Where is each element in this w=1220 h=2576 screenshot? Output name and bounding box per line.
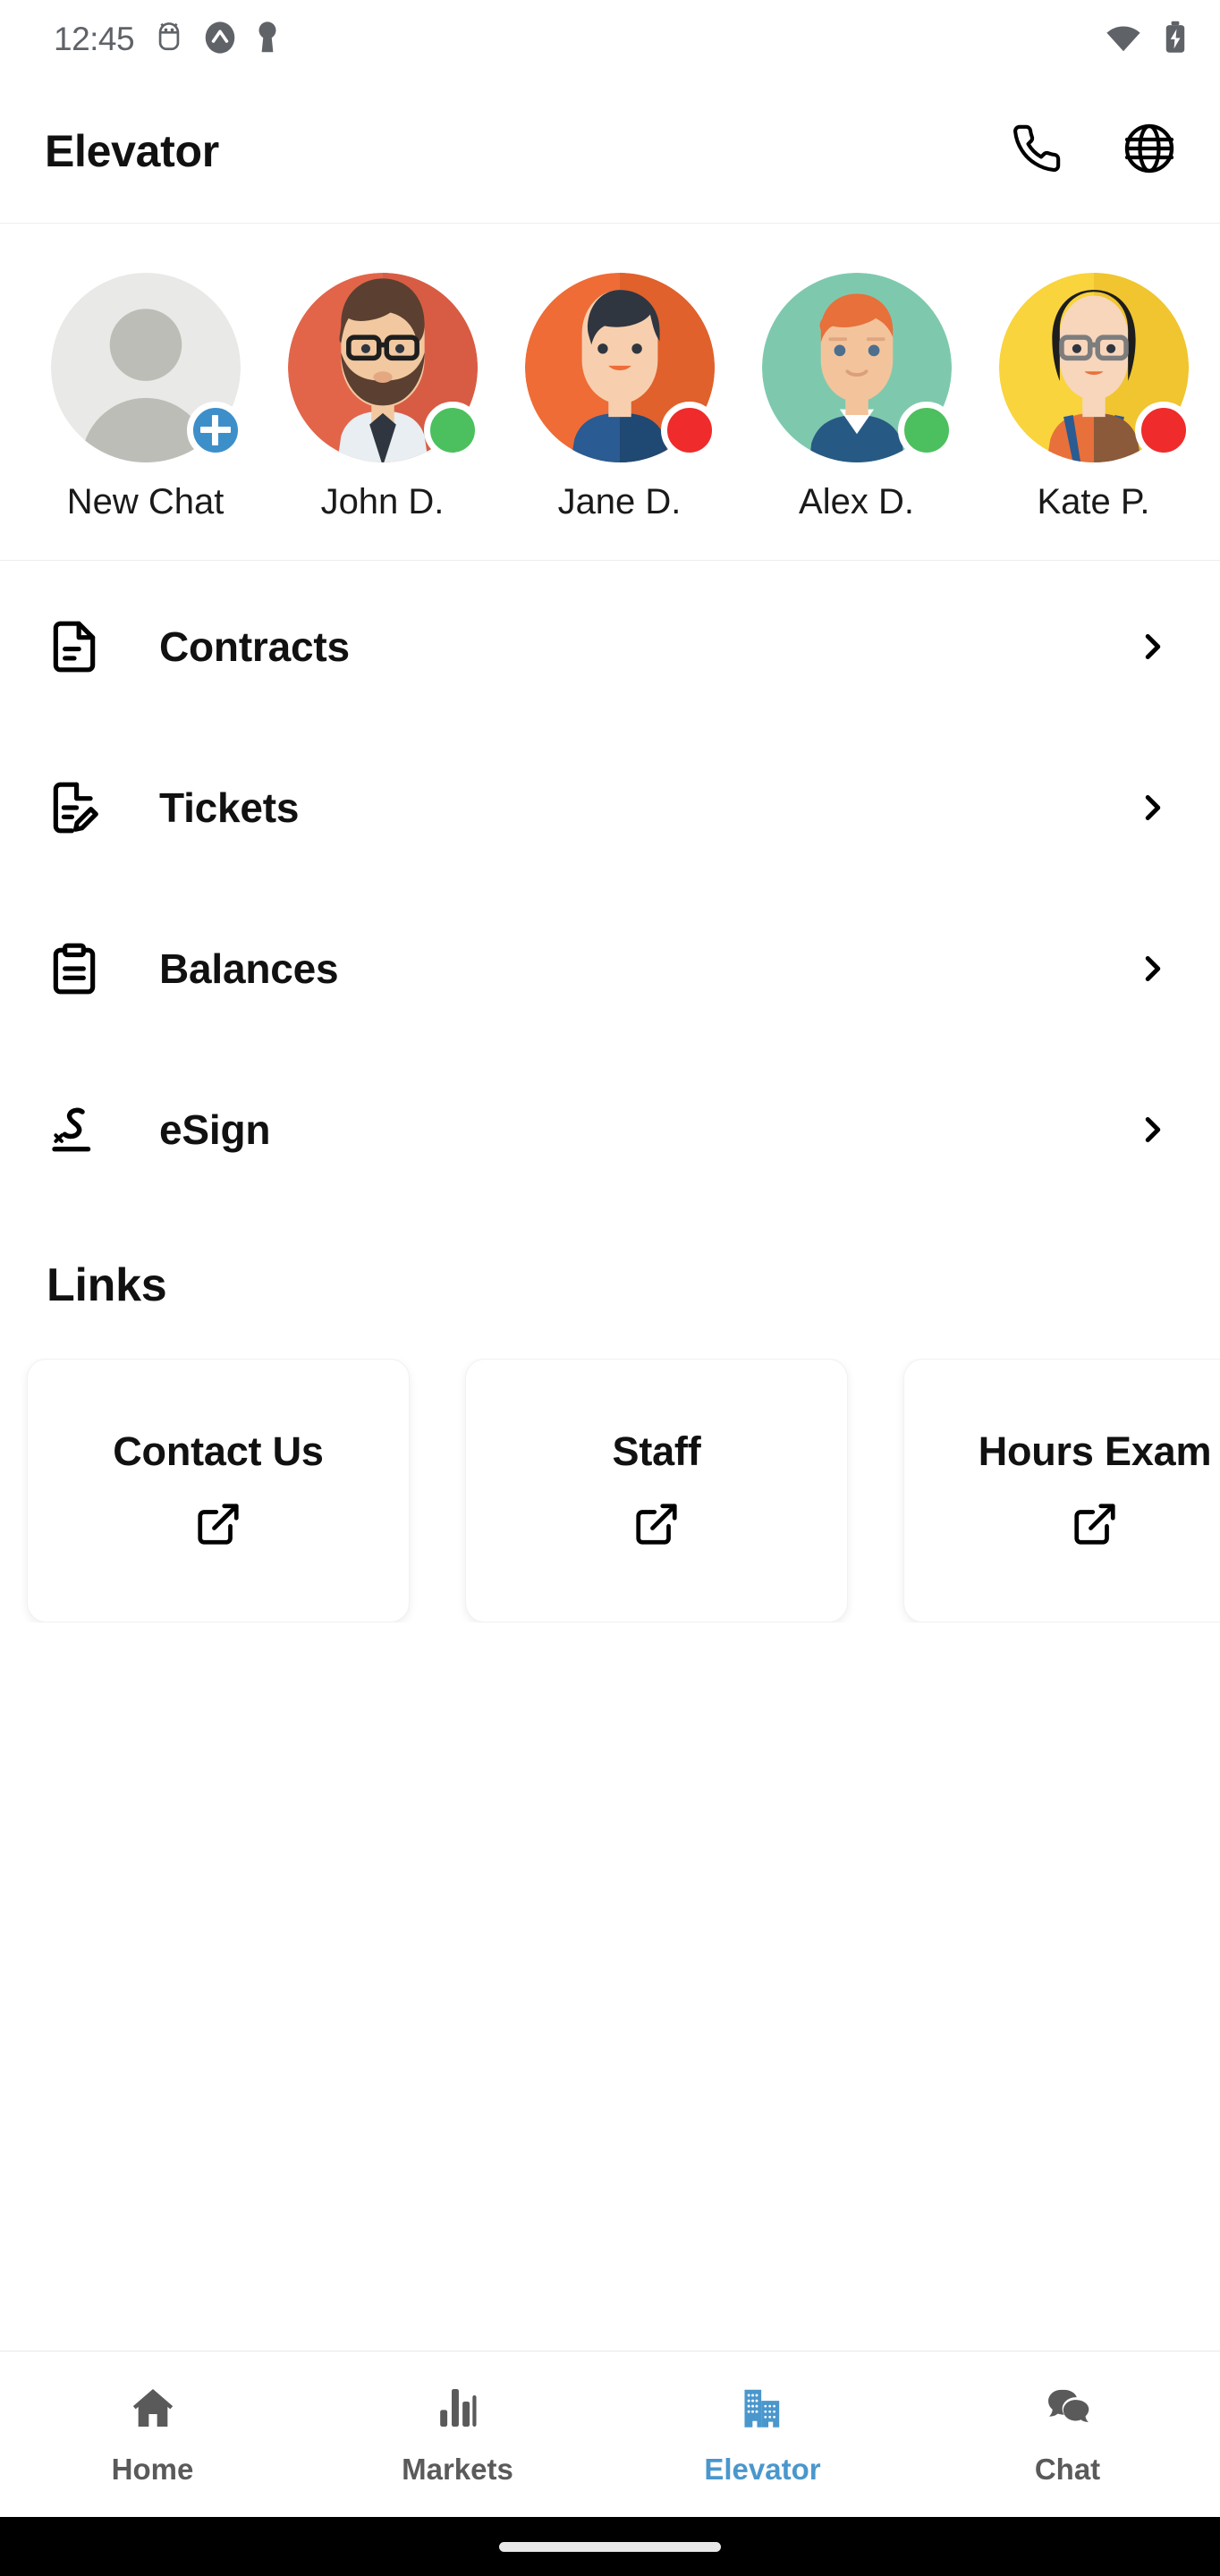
key-icon bbox=[256, 21, 279, 59]
avatar bbox=[524, 273, 718, 462]
phone-icon bbox=[1011, 123, 1063, 179]
gesture-navigation-bar bbox=[0, 2517, 1220, 2576]
avatar-item-john-d[interactable]: John D. bbox=[264, 273, 501, 522]
avatar-label: New Chat bbox=[66, 482, 225, 521]
avatar-label: Jane D. bbox=[557, 482, 682, 521]
menu-item-contracts[interactable]: Contracts bbox=[0, 566, 1220, 727]
status-bar-clock: 12:45 bbox=[54, 21, 135, 57]
add-chat-badge[interactable] bbox=[186, 402, 244, 459]
document-icon bbox=[47, 619, 122, 674]
bottom-navigation: Home Markets Elevator Chat bbox=[0, 2351, 1220, 2517]
menu-item-label: Balances bbox=[159, 945, 339, 992]
chevron-right-icon bbox=[1132, 787, 1173, 828]
home-gesture-pill[interactable] bbox=[499, 2541, 721, 2552]
signature-icon bbox=[47, 1102, 122, 1157]
bar-chart-icon bbox=[433, 2383, 483, 2437]
avatar bbox=[998, 273, 1192, 462]
link-card-staff[interactable]: Staff bbox=[465, 1359, 848, 1623]
avatar-item-new-chat[interactable]: New Chat bbox=[27, 273, 264, 522]
menu-item-esign[interactable]: eSign bbox=[0, 1049, 1220, 1210]
links-scroller[interactable]: Contact Us Staff Hours Exam bbox=[0, 1359, 1220, 1623]
links-heading: Links bbox=[47, 1259, 167, 1311]
link-card-title: Hours Exam bbox=[978, 1428, 1212, 1474]
phone-button[interactable] bbox=[1007, 122, 1066, 181]
status-badge-online bbox=[897, 402, 955, 459]
menu-item-balances[interactable]: Balances bbox=[0, 888, 1220, 1049]
nav-item-label: Elevator bbox=[704, 2452, 821, 2486]
chat-bubble-icon bbox=[1043, 2383, 1093, 2437]
link-card-title: Contact Us bbox=[113, 1428, 324, 1474]
chevron-right-icon bbox=[1132, 626, 1173, 667]
nav-item-label: Home bbox=[111, 2452, 194, 2486]
external-link-icon bbox=[194, 1500, 242, 1553]
android-debug-icon bbox=[154, 21, 184, 59]
home-icon bbox=[128, 2383, 178, 2437]
chat-avatars-scroller[interactable]: New Chat John D. Jane D. Alex D. Kate P. bbox=[0, 273, 1220, 522]
avatar-item-alex-d[interactable]: Alex D. bbox=[738, 273, 975, 522]
language-button[interactable] bbox=[1120, 122, 1179, 181]
status-bar: 12:45 bbox=[0, 0, 1220, 79]
status-badge-busy bbox=[660, 402, 718, 459]
app-screen: 12:45 Elevator New Chat John D. Jane D. … bbox=[0, 0, 1220, 2576]
menu-item-label: Contracts bbox=[159, 623, 350, 670]
avatar bbox=[287, 273, 481, 462]
status-badge-busy bbox=[1134, 402, 1192, 459]
building-icon bbox=[738, 2383, 788, 2437]
globe-icon bbox=[1123, 122, 1176, 180]
avatar bbox=[761, 273, 955, 462]
nav-item-label: Chat bbox=[1034, 2452, 1101, 2486]
nav-item-label: Markets bbox=[402, 2452, 513, 2486]
document-edit-icon bbox=[47, 780, 122, 835]
status-bar-left: 12:45 bbox=[54, 21, 279, 59]
menu-list: Contracts Tickets Balances eSign bbox=[0, 561, 1220, 1210]
chevron-right-icon bbox=[1132, 1109, 1173, 1150]
avatar-label: Kate P. bbox=[1037, 482, 1150, 521]
content-spacer bbox=[0, 1623, 1220, 2351]
status-badge-online bbox=[423, 402, 481, 459]
menu-item-label: Tickets bbox=[159, 784, 300, 831]
link-card-hours[interactable]: Hours Exam bbox=[903, 1359, 1220, 1623]
link-card-contact-us[interactable]: Contact Us bbox=[27, 1359, 410, 1623]
wifi-icon bbox=[1104, 22, 1143, 57]
links-section: Links Contact Us Staff Hours Exam bbox=[0, 1210, 1220, 1623]
plus-icon bbox=[199, 415, 231, 445]
menu-item-tickets[interactable]: Tickets bbox=[0, 727, 1220, 888]
chevron-right-icon bbox=[1132, 948, 1173, 989]
avatar-label: Alex D. bbox=[799, 482, 914, 521]
external-link-icon bbox=[1071, 1500, 1119, 1553]
avatar-label: John D. bbox=[320, 482, 445, 521]
app-bar: Elevator bbox=[0, 79, 1220, 224]
chat-avatars-section: New Chat John D. Jane D. Alex D. Kate P. bbox=[0, 224, 1220, 561]
link-card-title: Staff bbox=[612, 1428, 701, 1474]
avatar-item-jane-d[interactable]: Jane D. bbox=[501, 273, 738, 522]
clipboard-icon bbox=[47, 941, 122, 996]
status-bar-right bbox=[1104, 21, 1188, 59]
avatar bbox=[50, 273, 244, 462]
nav-item-markets[interactable]: Markets bbox=[305, 2383, 610, 2487]
external-link-icon bbox=[632, 1500, 681, 1553]
nav-item-home[interactable]: Home bbox=[0, 2383, 305, 2487]
nav-item-chat[interactable]: Chat bbox=[915, 2383, 1220, 2487]
avatar-item-kate-p[interactable]: Kate P. bbox=[975, 273, 1212, 522]
nav-item-elevator[interactable]: Elevator bbox=[610, 2383, 915, 2487]
battery-charging-icon bbox=[1163, 21, 1188, 59]
app-badge-icon bbox=[204, 21, 236, 59]
menu-item-label: eSign bbox=[159, 1106, 271, 1153]
avatar-item-next[interactable] bbox=[1212, 273, 1220, 482]
app-bar-actions bbox=[1007, 122, 1179, 181]
page-title: Elevator bbox=[45, 125, 219, 176]
